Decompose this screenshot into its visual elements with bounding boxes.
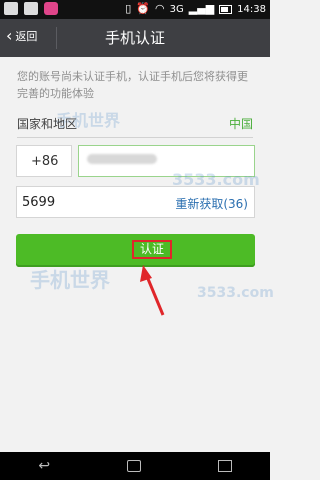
country-code-field[interactable]: +86 [16, 145, 72, 177]
back-nav-icon[interactable]: ↩ [38, 459, 50, 473]
info-text: 您的账号尚未认证手机，认证手机后您将获得更完善的功能体验 [17, 70, 248, 100]
gallery-notification-icon [24, 2, 38, 15]
battery-icon [219, 4, 233, 14]
signal-icon: ▂▄▆ [188, 2, 215, 15]
verify-button-label: 认证 [132, 240, 172, 259]
image-notification-icon [4, 2, 18, 15]
verify-button[interactable]: 认证 [16, 234, 255, 267]
country-value: 中国 [228, 117, 253, 131]
watermark: 3533.com [197, 285, 274, 301]
app-notification-icon [44, 2, 58, 15]
sms-code-input[interactable]: 5699 重新获取(36) [16, 186, 255, 218]
sms-code-value: 5699 [22, 195, 56, 210]
status-bar: ▯ ⏰ ◠ 3G ▂▄▆ 14:38 [0, 0, 270, 19]
wifi-icon: ◠ [155, 2, 165, 15]
navigation-bar: ↩ [0, 452, 270, 480]
menu-icon[interactable] [217, 460, 232, 472]
vibrate-icon: ▯ [125, 2, 132, 15]
blurred-phone-number [87, 154, 157, 164]
status-icons: ▯ ⏰ ◠ 3G ▂▄▆ 14:38 [125, 3, 266, 15]
clock: 14:38 [237, 3, 266, 15]
notification-icons [4, 2, 58, 15]
country-code: +86 [31, 154, 59, 169]
title-bar: ‹ 返回 手机认证 [0, 19, 270, 57]
resend-code-button[interactable]: 重新获取(36) [175, 195, 248, 212]
watermark: 手机世界 [30, 268, 110, 292]
alarm-icon: ⏰ [136, 2, 151, 15]
home-icon[interactable] [126, 460, 141, 472]
page-title: 手机认证 [104, 29, 165, 47]
pointer-arrow-icon [140, 265, 165, 316]
network-type: 3G [169, 3, 184, 15]
country-label: 国家和地区 [17, 117, 78, 131]
divider [17, 137, 253, 138]
country-selector[interactable]: 国家和地区 中国 [17, 115, 253, 132]
